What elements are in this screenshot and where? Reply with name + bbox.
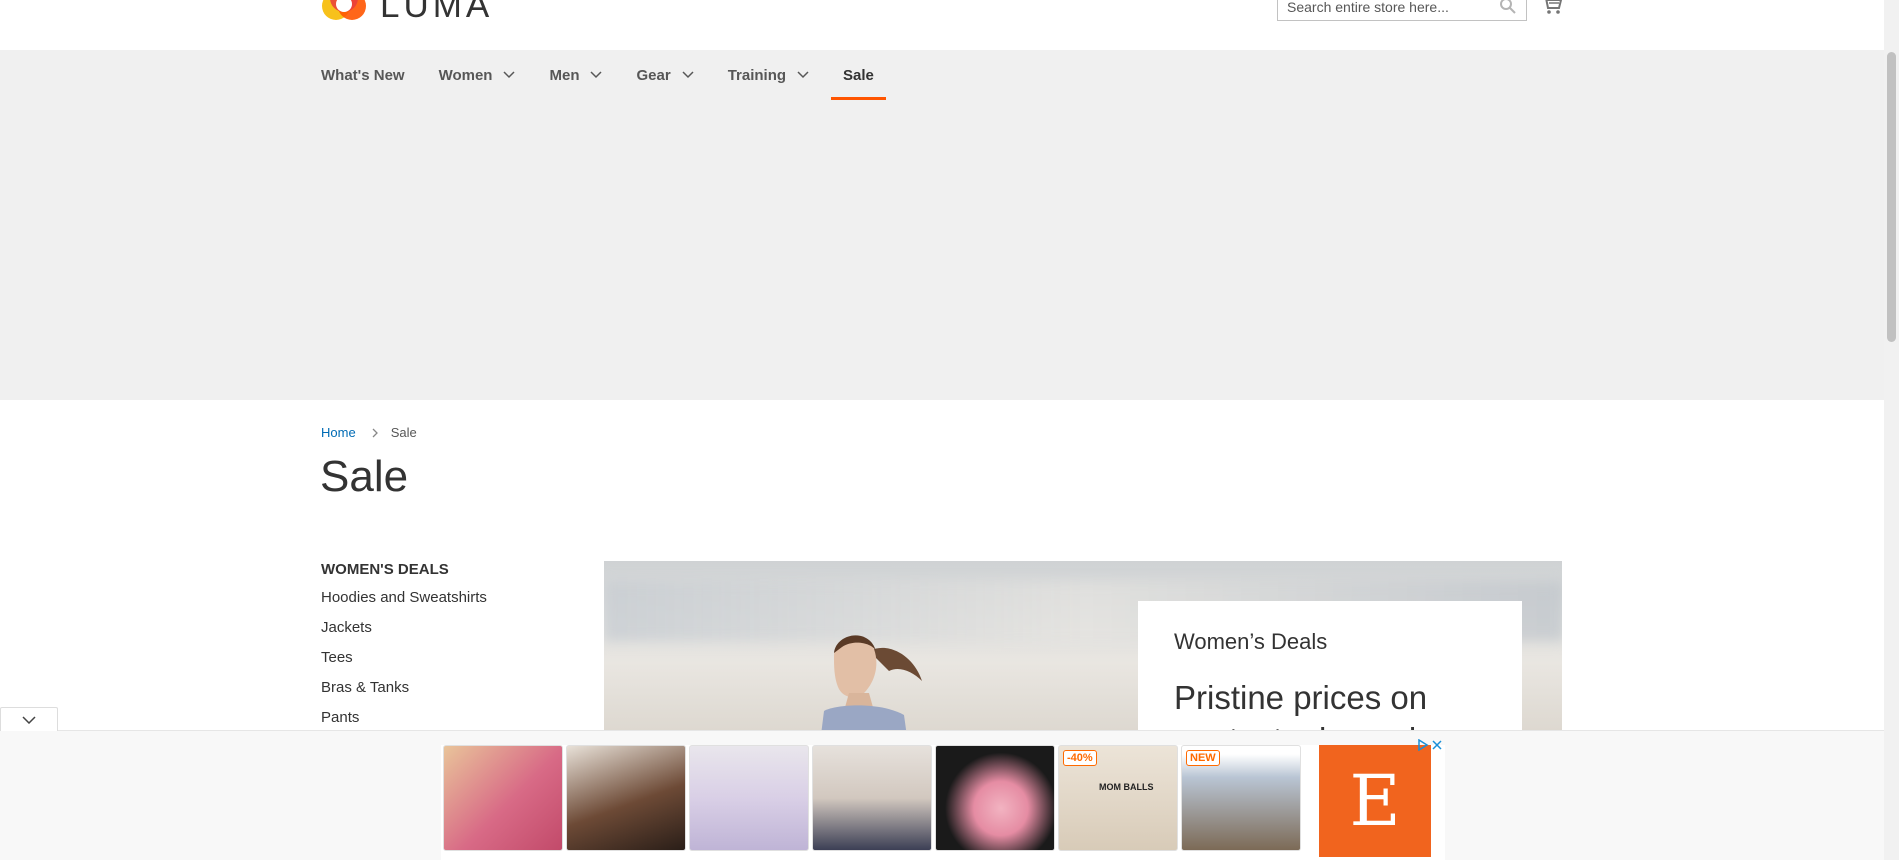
etsy-logo[interactable]: E (1319, 745, 1431, 857)
ad-thumb[interactable] (689, 745, 809, 851)
new-badge: NEW (1186, 750, 1220, 766)
breadcrumb-current: Sale (390, 425, 417, 440)
breadcrumb-home-link[interactable]: Home (321, 425, 356, 440)
scrollbar-thumb[interactable] (1887, 52, 1896, 342)
chevron-down-icon (797, 71, 809, 79)
hero-card: Women’s Deals Pristine prices on pants, … (1138, 601, 1522, 731)
scrollbar[interactable] (1884, 0, 1899, 860)
nav-item-men[interactable]: Men (549, 50, 603, 100)
logo-text[interactable]: LUMA (380, 0, 493, 26)
ad-thumb[interactable]: -40% MOM BALLS (1058, 745, 1178, 851)
search-box (1277, 0, 1527, 21)
ad-thumb[interactable]: NEW (1181, 745, 1301, 851)
chevron-down-icon (22, 716, 36, 724)
hero-title: Pristine prices on pants, tanks and (1174, 679, 1428, 731)
header: LUMA (0, 0, 1884, 50)
discount-badge: -40% (1063, 750, 1097, 766)
main-nav: What's New Women Men Gear Training Sale (0, 50, 1884, 400)
adchoices-icon[interactable] (1417, 739, 1429, 751)
nav-item-whats-new[interactable]: What's New (321, 50, 405, 100)
close-icon[interactable] (1431, 739, 1443, 751)
nav-item-gear[interactable]: Gear (636, 50, 694, 100)
nav-item-label: Training (727, 66, 787, 84)
ad-strip: -40% MOM BALLS NEW E (441, 739, 1445, 860)
search-icon[interactable] (1499, 0, 1517, 15)
sidebar-link-bras-tanks[interactable]: Bras & Tanks (321, 679, 571, 709)
ad-bar: -40% MOM BALLS NEW E (0, 707, 1899, 860)
nav-item-label: Women (438, 66, 493, 84)
ad-thumb[interactable] (812, 745, 932, 851)
chevron-down-icon (590, 71, 603, 79)
breadcrumb: Home Sale (321, 425, 417, 440)
nav-item-label: Sale (843, 66, 874, 84)
ad-thumb[interactable] (443, 745, 563, 851)
sidebar: WOMEN'S DEALS Hoodies and Sweatshirts Ja… (321, 561, 571, 739)
hero-subtitle: Women’s Deals (1174, 629, 1328, 654)
hero-banner[interactable]: Women’s Deals Pristine prices on pants, … (604, 561, 1562, 731)
chevron-down-icon (682, 71, 694, 79)
luma-logo-icon[interactable] (321, 0, 367, 26)
nav-item-sale[interactable]: Sale (831, 50, 886, 100)
sidebar-link-tees[interactable]: Tees (321, 649, 571, 679)
ad-collapse-button[interactable] (0, 707, 58, 731)
nav-item-label: Gear (636, 66, 671, 84)
etsy-letter: E (1349, 760, 1401, 842)
nav-item-label: What's New (321, 66, 405, 84)
sidebar-link-hoodies[interactable]: Hoodies and Sweatshirts (321, 589, 571, 619)
page-title: Sale (320, 452, 409, 501)
ad-thumb[interactable] (566, 745, 686, 851)
sidebar-heading: WOMEN'S DEALS (321, 561, 449, 578)
sidebar-link-jackets[interactable]: Jackets (321, 619, 571, 649)
ad-choices[interactable] (1417, 739, 1443, 751)
hero-woman-image (821, 635, 922, 731)
ad-thumb[interactable] (935, 745, 1055, 851)
nav-item-training[interactable]: Training (728, 50, 809, 100)
ad-thumb-text: MOM BALLS (1099, 782, 1154, 792)
chevron-right-icon (372, 428, 378, 437)
nav-item-women[interactable]: Women (439, 50, 516, 100)
cart-icon[interactable] (1542, 0, 1562, 16)
nav-item-label: Men (549, 66, 580, 84)
search-input[interactable] (1278, 0, 1493, 20)
chevron-down-icon (503, 71, 516, 79)
